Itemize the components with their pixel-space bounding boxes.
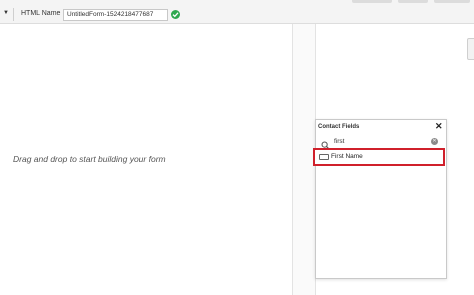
- top-tab[interactable]: [398, 0, 428, 3]
- scrollbar-thumb[interactable]: [467, 38, 474, 60]
- canvas-placeholder-text: Drag and drop to start building your for…: [13, 154, 166, 164]
- form-canvas[interactable]: Drag and drop to start building your for…: [0, 24, 292, 295]
- popup-title: Contact Fields: [318, 124, 360, 130]
- popup-header: Contact Fields ✕: [316, 120, 446, 134]
- dropdown-caret-icon[interactable]: ▼: [3, 10, 9, 16]
- valid-check-icon: [171, 10, 180, 19]
- top-tab[interactable]: [434, 0, 470, 3]
- close-icon[interactable]: ✕: [435, 122, 443, 131]
- top-tab[interactable]: [352, 0, 392, 3]
- field-result-label: First Name: [331, 153, 363, 160]
- toolbar-separator: [13, 8, 14, 21]
- contact-fields-popup: Contact Fields ✕ ✕ First Name: [313, 119, 447, 279]
- field-result-item[interactable]: First Name: [313, 148, 445, 166]
- html-name-input[interactable]: UntitledForm-1524218477687: [63, 9, 168, 21]
- search-input[interactable]: [334, 137, 424, 146]
- html-name-label: HTML Name: [21, 10, 61, 17]
- form-toolbar: ▼ HTML Name UntitledForm-1524218477687: [0, 6, 474, 24]
- text-field-icon: [319, 154, 329, 160]
- canvas-gutter: [293, 24, 315, 295]
- clear-search-icon[interactable]: ✕: [431, 138, 438, 145]
